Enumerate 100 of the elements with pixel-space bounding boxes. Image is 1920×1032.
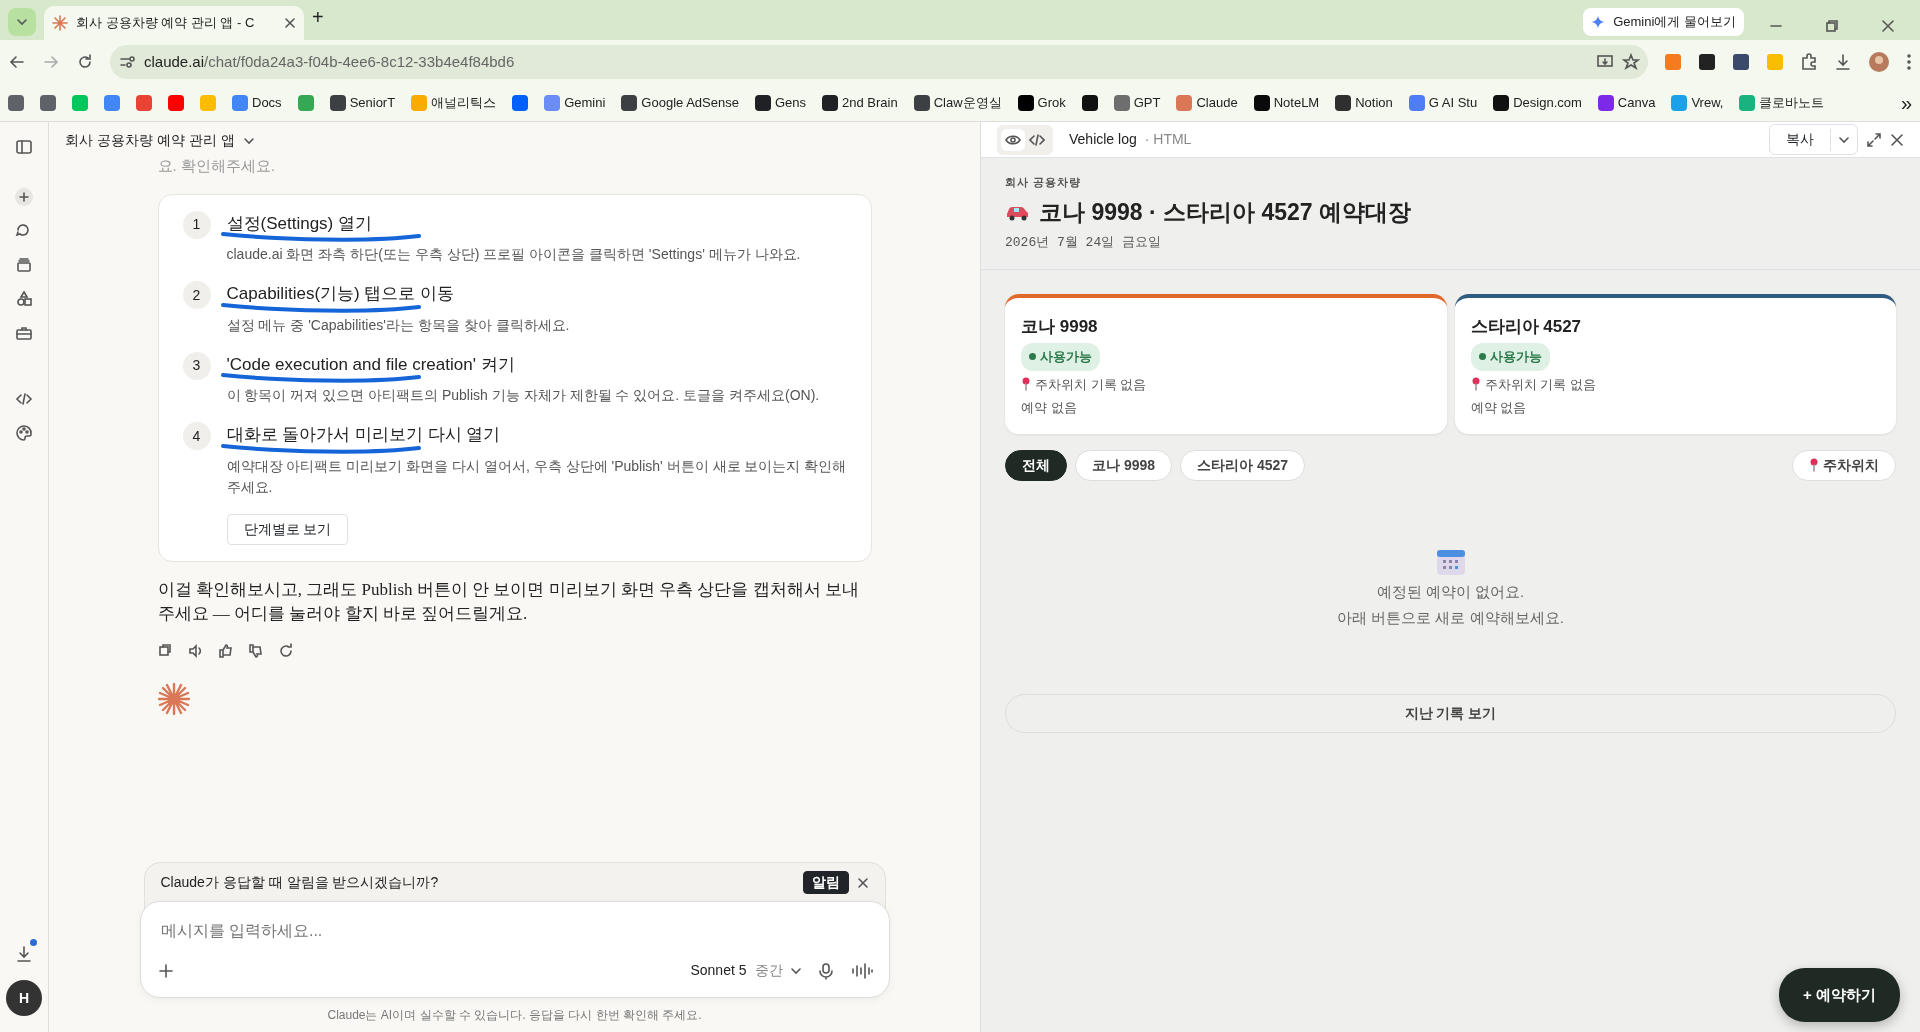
shapes-icon[interactable] xyxy=(15,290,33,308)
back-icon[interactable] xyxy=(8,53,26,71)
microphone-icon[interactable] xyxy=(816,961,835,980)
step-description: claude.ai 화면 좌측 하단(또는 우측 상단) 프로필 아이콘을 클릭하면 'Settings' 메뉴가 나와요. xyxy=(226,245,801,264)
artifact-title: Vehicle log xyxy=(1069,130,1137,149)
bookmark[interactable]: SeniorT xyxy=(329,92,396,113)
more-icon[interactable] xyxy=(1906,53,1912,71)
download-icon[interactable] xyxy=(15,945,33,964)
gemini-button[interactable]: Gemini에게 물어보기 xyxy=(1583,8,1744,36)
pin-icon xyxy=(1809,458,1819,472)
step-title: 설정(Settings) 열기 xyxy=(226,212,372,235)
bookmark[interactable]: NoteLM xyxy=(1253,92,1320,113)
artifact-type: · HTML xyxy=(1144,130,1192,149)
reply-paragraph: 이걸 확인해보시고, 그래도 Publish 버튼이 안 보이면 미리보기 화면 우측 상단을 캡처해서 보내주세요 — 어디를 눌러야 할지 바로 짚어드릴게요. xyxy=(157,578,860,626)
reserve-button[interactable]: + 예약하기 xyxy=(1779,967,1900,1022)
model-selector[interactable]: Sonnet 5 중간 xyxy=(690,960,801,981)
reservation-text: 예약 없음 xyxy=(1470,399,1528,417)
step-number: 3 xyxy=(182,351,211,380)
bookmark[interactable]: Docs xyxy=(232,92,282,113)
parking-text: 주차위치 기록 없음 xyxy=(1484,375,1596,394)
bookmark[interactable]: 클로바노트 xyxy=(1739,92,1825,113)
bookmark[interactable]: Notion xyxy=(1335,92,1393,113)
star-icon[interactable] xyxy=(1622,53,1640,71)
new-tab-button[interactable]: + xyxy=(312,2,324,32)
bookmark[interactable]: Google AdSense xyxy=(621,92,739,113)
vehicle-name: 코나 9998 xyxy=(1021,315,1099,338)
thumbs-down-icon[interactable] xyxy=(247,642,262,659)
bookmark[interactable]: Design.com xyxy=(1493,92,1582,113)
vehicle-name: 스타리아 4527 xyxy=(1470,315,1583,338)
status-badge: 사용가능 xyxy=(1021,343,1100,371)
steps-view-button[interactable]: 단계별로 보기 xyxy=(226,513,349,545)
message-composer[interactable]: 메시지를 입력하세요... Sonnet 5 중간 xyxy=(139,901,890,998)
notification-text: Claude가 응답할 때 알림을 받으시겠습니까? xyxy=(160,873,440,892)
status-badge: 사용가능 xyxy=(1470,343,1550,371)
preview-toggle[interactable] xyxy=(1001,128,1025,151)
bookmark[interactable]: Gemini xyxy=(544,92,606,113)
filter-chip[interactable]: 스타리아 4527 xyxy=(1180,449,1306,481)
pin-icon xyxy=(1470,377,1481,392)
close-icon[interactable] xyxy=(284,17,296,29)
profile-icon[interactable] xyxy=(1868,51,1890,73)
stack-icon[interactable] xyxy=(15,256,33,274)
code-icon xyxy=(1029,131,1045,148)
message-input[interactable]: 메시지를 입력하세요... xyxy=(156,918,873,944)
restore-icon[interactable] xyxy=(1825,20,1839,32)
bookmark[interactable]: GPT xyxy=(1113,92,1161,113)
sidebar-icon[interactable] xyxy=(15,138,33,156)
address-bar[interactable]: claude.ai/chat/f0da24a3-f04b-4ee6-8c12-33b4e4f84bd6 xyxy=(110,45,1648,79)
retry-icon[interactable] xyxy=(277,642,292,659)
code-icon[interactable] xyxy=(15,390,33,408)
chevron-down-icon xyxy=(790,965,801,976)
extension-icon[interactable] xyxy=(1732,53,1750,71)
palette-icon[interactable] xyxy=(15,424,33,442)
app-title: 코나 9998 · 스타리아 4527 예약대장 xyxy=(1039,197,1411,227)
plus-icon[interactable] xyxy=(156,961,175,980)
more-bookmarks-button[interactable]: » xyxy=(1900,87,1912,118)
chat-title-button[interactable]: 회사 공용차량 예약 관리 앱 xyxy=(49,122,271,155)
date-text: 2026년 7월 24일 금요일 xyxy=(1005,234,1162,252)
bookmark[interactable]: Grok xyxy=(1017,92,1066,113)
bookmark[interactable]: Claude xyxy=(1176,92,1238,113)
reload-icon[interactable] xyxy=(76,53,94,71)
empty-state-text: 예정된 예약이 없어요. xyxy=(1376,581,1525,602)
faded-text: 요. 확인해주세요. xyxy=(157,156,276,176)
step-description: 이 항목이 꺼져 있으면 아티팩트의 Publish 기능 자체가 제한될 수 있어요. 토글을 켜주세요(ON). xyxy=(226,386,820,405)
plus-icon[interactable] xyxy=(15,188,33,206)
chevron-down-icon xyxy=(1839,134,1849,145)
close-icon[interactable] xyxy=(1890,132,1904,147)
bookmark[interactable]: Claw운영실 xyxy=(913,92,1002,113)
filter-chip[interactable]: 전체 xyxy=(1005,449,1067,481)
parking-button[interactable]: 주차위치 xyxy=(1792,449,1896,481)
step-description: 예약대장 아티팩트 미리보기 화면을 다시 열어서, 우측 상단에 'Publish' 버튼이 새로 보이는지 확인해 주세요. xyxy=(226,456,847,497)
asterisk-icon xyxy=(52,15,68,31)
step-number: 1 xyxy=(182,210,211,239)
thumbs-up-icon[interactable] xyxy=(217,642,232,659)
speaker-icon[interactable] xyxy=(187,642,202,659)
bookmark[interactable]: Vrew, xyxy=(1671,92,1724,113)
download-icon[interactable] xyxy=(1834,53,1852,71)
extension-icon[interactable] xyxy=(1698,53,1716,71)
briefcase-icon[interactable] xyxy=(15,324,33,342)
avatar[interactable]: H xyxy=(6,980,42,1016)
close-icon[interactable] xyxy=(856,876,869,889)
filter-chip[interactable]: 코나 9998 xyxy=(1075,449,1173,481)
notify-button[interactable]: 알림 xyxy=(802,871,849,894)
copy-icon[interactable] xyxy=(157,642,172,659)
bookmark[interactable]: Gens xyxy=(754,92,806,113)
step-title: 대화로 돌아가서 미리보기 다시 열기 xyxy=(226,424,501,446)
bookmark[interactable]: Canva xyxy=(1597,92,1656,113)
chevron-down-icon[interactable] xyxy=(16,16,28,28)
bookmark[interactable]: G AI Stu xyxy=(1408,92,1478,113)
bookmark[interactable]: 애널리틱스 xyxy=(411,92,497,113)
reservation-text: 예약 없음 xyxy=(1021,399,1078,417)
close-icon[interactable] xyxy=(1881,20,1895,32)
bookmark[interactable]: 2nd Brain xyxy=(822,92,898,113)
browser-tab[interactable]: 회사 공용차량 예약 관리 앱 - C xyxy=(44,6,304,40)
waveform-icon[interactable] xyxy=(850,961,873,980)
disclaimer-text: Claude는 AI이며 실수할 수 있습니다. 응답을 다시 한번 확인해 주세요. xyxy=(326,1007,703,1024)
puzzle-icon[interactable] xyxy=(1800,53,1818,71)
expand-icon[interactable] xyxy=(1866,131,1882,148)
eyebrow-text: 회사 공용차량 xyxy=(1005,175,1083,190)
bookmark-icon[interactable] xyxy=(1081,94,1098,111)
step-number: 4 xyxy=(182,422,211,450)
